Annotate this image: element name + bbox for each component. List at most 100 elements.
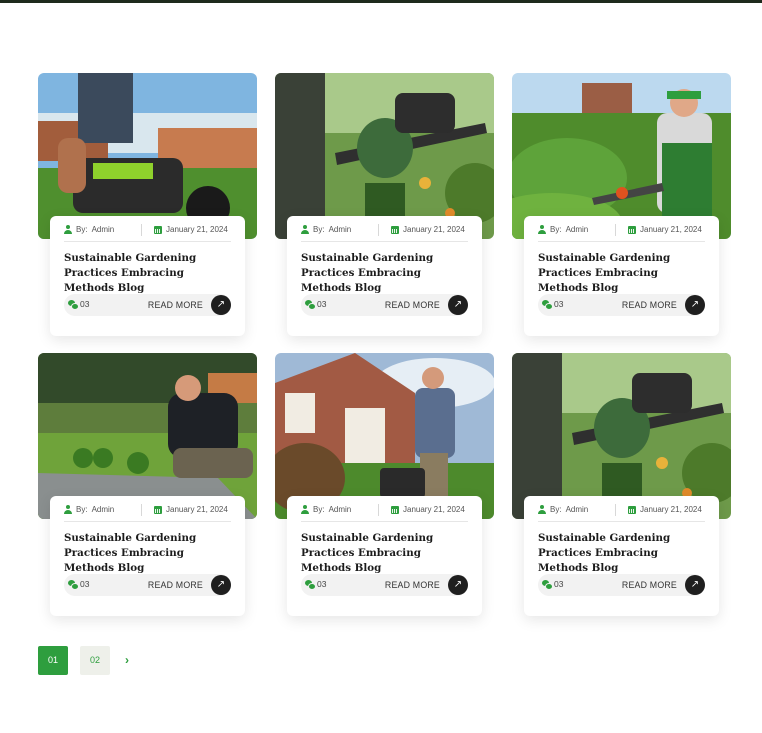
blog-card-content: By: Admin January 21, 2024 Sustainable Gard… xyxy=(50,216,245,336)
blog-card[interactable]: By: Admin January 21, 2024 Sustainable Gard… xyxy=(275,353,494,617)
post-footer: 03 READ MORE ↗ xyxy=(538,294,705,316)
user-icon xyxy=(538,505,546,514)
arrow-up-right-icon[interactable]: ↗ xyxy=(211,295,231,315)
comments-number: 03 xyxy=(554,299,564,309)
post-date[interactable]: January 21, 2024 xyxy=(628,225,702,234)
author-prefix: By: xyxy=(550,225,562,234)
post-meta: By: Admin January 21, 2024 xyxy=(301,504,468,522)
comments-number: 03 xyxy=(80,579,90,589)
comments-count[interactable]: 03 xyxy=(68,299,89,310)
author-name: Admin xyxy=(565,225,589,234)
comment-icon xyxy=(542,580,553,590)
blog-card[interactable]: By: Admin January 21, 2024 Sustainable Gard… xyxy=(512,353,731,617)
post-footer: 03 READ MORE ↗ xyxy=(538,574,705,596)
read-more-link[interactable]: READ MORE xyxy=(622,300,677,310)
arrow-up-right-icon[interactable]: ↗ xyxy=(211,575,231,595)
post-title[interactable]: Sustainable Gardening Practices Embracin… xyxy=(538,251,710,296)
post-title[interactable]: Sustainable Gardening Practices Embracin… xyxy=(301,251,473,296)
post-meta: By: Admin January 21, 2024 xyxy=(64,504,231,522)
blog-card-content: By: Admin January 21, 2024 Sustainable Gard… xyxy=(287,216,482,336)
blog-card-image[interactable] xyxy=(512,353,731,519)
blog-card-image[interactable] xyxy=(275,353,494,519)
author-prefix: By: xyxy=(313,225,325,234)
post-date[interactable]: January 21, 2024 xyxy=(391,505,465,514)
comments-count[interactable]: 03 xyxy=(542,579,564,590)
read-more-link[interactable]: READ MORE xyxy=(622,580,677,590)
calendar-icon xyxy=(154,225,162,234)
user-icon xyxy=(64,225,72,234)
blog-card-content: By: Admin January 21, 2024 Sustainable Gard… xyxy=(524,216,719,336)
arrow-up-right-icon[interactable]: ↗ xyxy=(448,575,468,595)
post-author[interactable]: By: Admin xyxy=(301,225,351,234)
post-title[interactable]: Sustainable Gardening Practices Embracin… xyxy=(64,531,236,576)
author-name: Admin xyxy=(328,225,352,234)
user-icon xyxy=(301,225,309,234)
read-more-link[interactable]: READ MORE xyxy=(148,580,203,590)
post-footer: 03 READ MORE ↗ xyxy=(64,574,231,596)
post-title[interactable]: Sustainable Gardening Practices Embracin… xyxy=(301,531,473,576)
comments-number: 03 xyxy=(317,579,327,589)
meta-divider xyxy=(378,504,379,516)
blog-card-image[interactable] xyxy=(38,353,257,519)
comment-icon xyxy=(68,580,79,590)
post-meta: By: Admin January 21, 2024 xyxy=(64,224,231,242)
meta-divider xyxy=(378,224,379,236)
blog-card-image[interactable] xyxy=(275,73,494,239)
date-text: January 21, 2024 xyxy=(640,505,702,514)
calendar-icon xyxy=(391,225,399,234)
comments-count[interactable]: 03 xyxy=(305,299,327,310)
calendar-icon xyxy=(628,225,636,234)
comments-number: 03 xyxy=(554,579,564,589)
read-more-link[interactable]: READ MORE xyxy=(148,300,203,310)
blog-card[interactable]: By: Admin January 21, 2024 Sustainable Gard… xyxy=(38,353,257,617)
page-2-button[interactable]: 02 xyxy=(80,646,110,675)
user-icon xyxy=(301,505,309,514)
author-name: Admin xyxy=(91,225,115,234)
comments-count[interactable]: 03 xyxy=(542,299,564,310)
post-date[interactable]: January 21, 2024 xyxy=(154,505,228,514)
comments-number: 03 xyxy=(317,299,327,309)
post-author[interactable]: By: Admin xyxy=(538,505,588,514)
author-prefix: By: xyxy=(313,505,325,514)
blog-card-content: By: Admin January 21, 2024 Sustainable Gard… xyxy=(287,496,482,616)
comments-count[interactable]: 03 xyxy=(68,579,90,590)
post-footer: 03 READ MORE ↗ xyxy=(301,574,468,596)
post-author[interactable]: By: Admin xyxy=(538,225,588,234)
blog-card-image[interactable] xyxy=(38,73,257,239)
chevron-right-icon[interactable]: › xyxy=(120,652,134,668)
post-author[interactable]: By: Admin xyxy=(301,505,351,514)
blog-card[interactable]: By: Admin January 21, 2024 Sustainable Gard… xyxy=(38,73,257,337)
blog-card-content: By: Admin January 21, 2024 Sustainable Gard… xyxy=(524,496,719,616)
post-footer: 03 READ MORE ↗ xyxy=(301,294,468,316)
post-footer: 03 READ MORE ↗ xyxy=(64,294,231,316)
author-name: Admin xyxy=(91,505,115,514)
arrow-up-right-icon[interactable]: ↗ xyxy=(448,295,468,315)
author-prefix: By: xyxy=(76,225,88,234)
post-author[interactable]: By: Admin xyxy=(64,505,114,514)
comments-count[interactable]: 03 xyxy=(305,579,327,590)
date-text: January 21, 2024 xyxy=(166,225,228,234)
post-meta: By: Admin January 21, 2024 xyxy=(538,504,705,522)
page-1-button[interactable]: 01 xyxy=(38,646,68,675)
post-date[interactable]: January 21, 2024 xyxy=(391,225,465,234)
arrow-up-right-icon[interactable]: ↗ xyxy=(685,295,705,315)
post-date[interactable]: January 21, 2024 xyxy=(154,225,228,234)
post-title[interactable]: Sustainable Gardening Practices Embracin… xyxy=(64,251,236,296)
post-date[interactable]: January 21, 2024 xyxy=(628,505,702,514)
blog-card-image[interactable] xyxy=(512,73,731,239)
post-author[interactable]: By: Admin xyxy=(64,225,114,234)
post-title[interactable]: Sustainable Gardening Practices Embracin… xyxy=(538,531,710,576)
blog-card[interactable]: By: Admin January 21, 2024 Sustainable Gard… xyxy=(275,73,494,337)
read-more-link[interactable]: READ MORE xyxy=(385,300,440,310)
post-meta: By: Admin January 21, 2024 xyxy=(301,224,468,242)
read-more-link[interactable]: READ MORE xyxy=(385,580,440,590)
blog-card[interactable]: By: Admin January 21, 2024 Sustainable Gard… xyxy=(512,73,731,337)
comment-icon xyxy=(542,300,553,310)
date-text: January 21, 2024 xyxy=(640,225,702,234)
calendar-icon xyxy=(154,505,162,514)
blog-card-content: By: Admin January 21, 2024 Sustainable Gard… xyxy=(50,496,245,616)
arrow-up-right-icon[interactable]: ↗ xyxy=(685,575,705,595)
comment-icon xyxy=(305,580,316,590)
author-name: Admin xyxy=(565,505,589,514)
date-text: January 21, 2024 xyxy=(403,225,465,234)
